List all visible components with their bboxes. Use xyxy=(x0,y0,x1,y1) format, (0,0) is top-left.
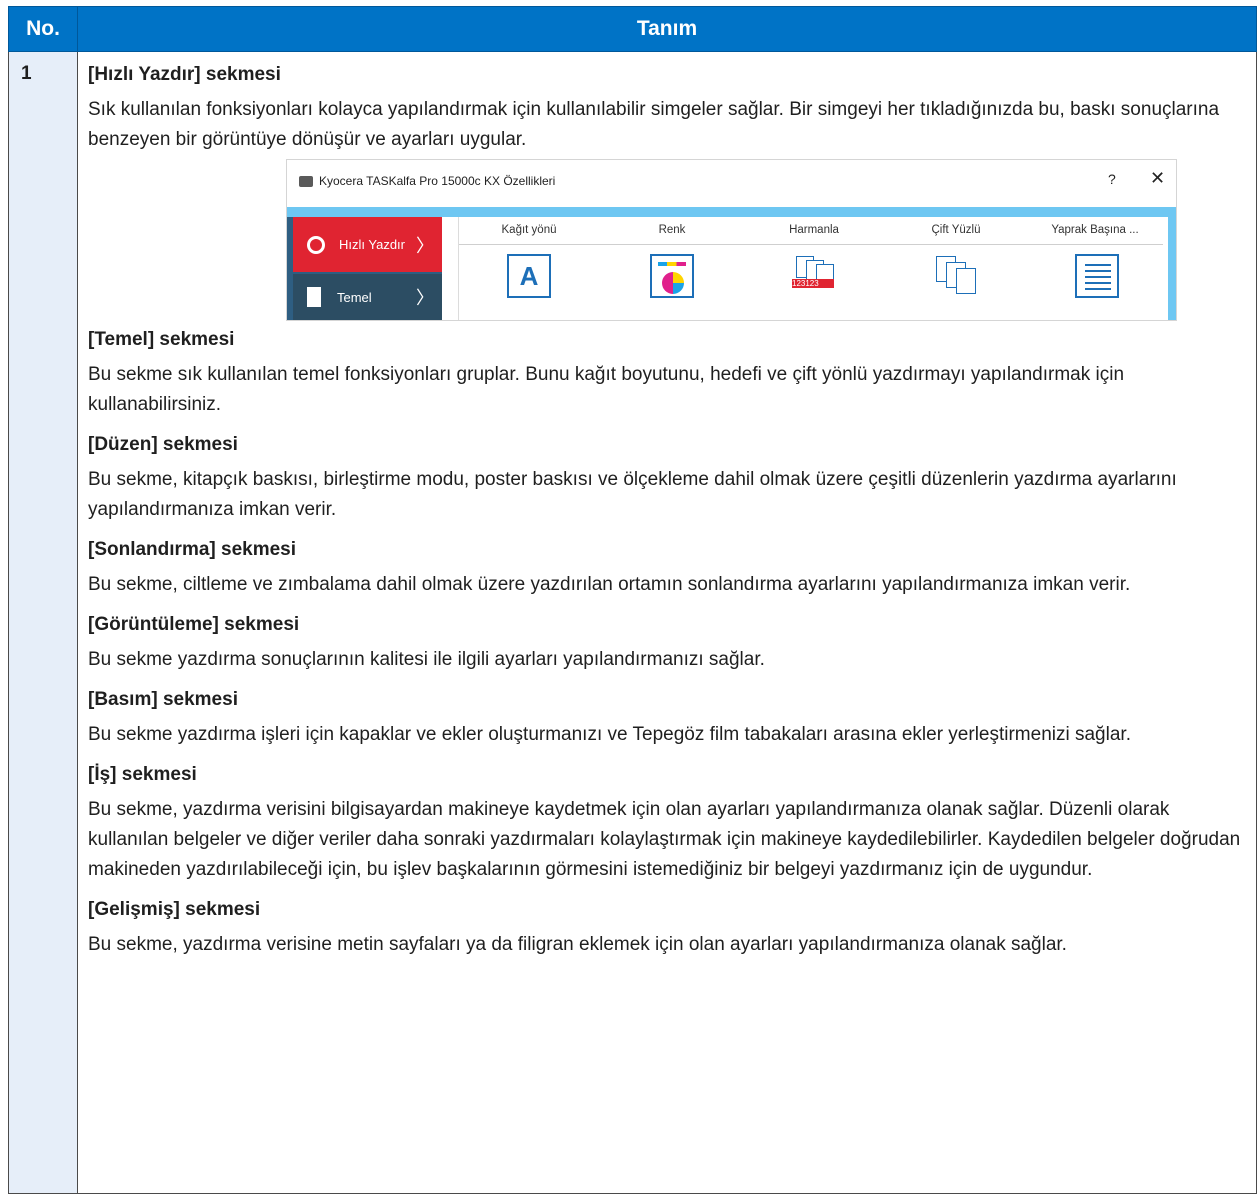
section-title-advanced: [Gelişmiş] sekmesi xyxy=(88,899,261,920)
collate-icon: 123123 xyxy=(792,254,836,298)
section-title-job: [İş] sekmesi xyxy=(88,764,197,785)
pages-per-sheet-icon xyxy=(1075,254,1119,298)
book-icon xyxy=(307,287,321,307)
option-color-label: Renk xyxy=(658,224,686,236)
option-pages-per-sheet-label: Yaprak Başına ... xyxy=(1051,224,1139,236)
section-body-layout: Bu sekme, kitapçık baskısı, birleştirme … xyxy=(88,469,1177,520)
section-title-quick-print: [Hızlı Yazdır] sekmesi xyxy=(88,64,281,85)
tab-quick-print-label: Hızlı Yazdır xyxy=(339,237,405,252)
section-body-publishing: Bu sekme yazdırma işleri için kapaklar v… xyxy=(88,724,1131,745)
header-description: Tanım xyxy=(77,6,1257,52)
option-duplex-label: Çift Yüzlü xyxy=(931,224,981,236)
section-title-basic: [Temel] sekmesi xyxy=(88,329,235,350)
dialog-title-text: Kyocera TASKalfa Pro 15000c KX Özellikle… xyxy=(319,174,556,188)
color-icon xyxy=(650,254,694,298)
dialog-right-accent xyxy=(1168,217,1176,320)
tab-basic-label: Temel xyxy=(337,289,372,305)
option-orientation-label: Kağıt yönü xyxy=(501,224,557,236)
close-icon: ✕ xyxy=(1150,168,1166,188)
section-title-imaging: [Görüntüleme] sekmesi xyxy=(88,614,300,635)
section-body-advanced: Bu sekme, yazdırma verisine metin sayfal… xyxy=(88,934,1067,955)
chevron-right-icon: 〉 xyxy=(416,288,434,308)
section-title-layout: [Düzen] sekmesi xyxy=(88,434,238,455)
portrait-a-icon: A xyxy=(507,254,551,298)
option-collate-label: Harmanla xyxy=(789,224,839,236)
section-body-basic: Bu sekme sık kullanılan temel fonksiyonl… xyxy=(88,364,1125,415)
section-body-finishing: Bu sekme, ciltleme ve zımbalama dahil ol… xyxy=(88,574,1131,595)
quick-print-panel: Kağıt yönü Renk Harmanla Çift Yüzlü Yapr… xyxy=(458,217,1163,320)
tab-basic: Temel 〉 xyxy=(293,274,442,320)
description-table: No. Tanım 1 [Hızlı Yazdır] sekmesi Sık k… xyxy=(8,6,1257,1194)
section-title-finishing: [Sonlandırma] sekmesi xyxy=(88,539,297,560)
collate-band: 123123 xyxy=(792,279,834,288)
driver-dialog-screenshot: Kyocera TASKalfa Pro 15000c KX Özellikle… xyxy=(286,159,1177,321)
chevron-right-icon: 〉 xyxy=(416,235,434,256)
section-body-quick-print: Sık kullanılan fonksiyonları kolayca yap… xyxy=(88,99,1220,150)
header-number: No. xyxy=(8,6,78,52)
table-header-row: No. Tanım xyxy=(8,6,1257,52)
stopwatch-icon xyxy=(307,235,325,254)
row-description: [Hızlı Yazdır] sekmesi Sık kullanılan fo… xyxy=(77,51,1257,1194)
duplex-icon xyxy=(934,254,978,298)
dialog-title: Kyocera TASKalfa Pro 15000c KX Özellikle… xyxy=(299,174,555,188)
section-body-imaging: Bu sekme yazdırma sonuçlarının kalitesi … xyxy=(88,649,765,670)
section-body-job: Bu sekme, yazdırma verisini bilgisayarda… xyxy=(88,799,1241,880)
panel-divider xyxy=(459,244,1163,245)
help-button: ? xyxy=(1108,171,1116,187)
row-number: 1 xyxy=(8,51,78,1194)
section-title-publishing: [Basım] sekmesi xyxy=(88,689,238,710)
tab-quick-print: Hızlı Yazdır 〉 xyxy=(293,217,442,272)
table-row: 1 [Hızlı Yazdır] sekmesi Sık kullanılan … xyxy=(8,51,1257,1194)
printer-icon xyxy=(299,175,313,187)
dialog-accent-bar xyxy=(287,207,1176,217)
